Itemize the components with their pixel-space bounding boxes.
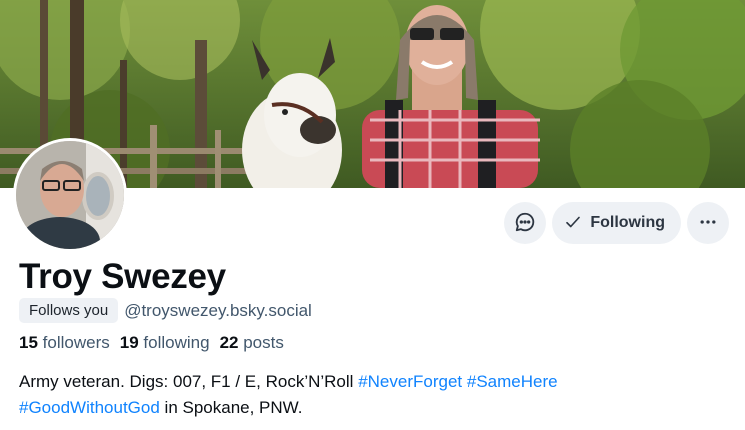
display-name: Troy Swezey [19,257,226,296]
posts-count: 22 [219,333,239,352]
following-stat-label: following [143,333,210,352]
profile-stats: 15 followers 19 following 22 posts [19,332,284,354]
hashtag-link[interactable]: #NeverForget [358,372,462,391]
profile-actions: Following [504,202,729,244]
handle-row: Follows you @troyswezey.bsky.social [19,298,312,323]
profile-handle: @troyswezey.bsky.social [124,300,312,320]
followers-stat[interactable]: 15 followers [19,332,110,354]
following-stat[interactable]: 19 following [120,332,210,354]
hashtag-link[interactable]: #GoodWithoutGod [19,398,160,417]
profile-bio: Army veteran. Digs: 007, F1 / E, Rock’N’… [19,369,719,421]
bio-text: Army veteran. Digs: 007, F1 / E, Rock’N’… [19,372,354,391]
message-button[interactable] [504,202,547,244]
following-count: 19 [119,333,139,352]
posts-stat: 22 posts [220,332,284,354]
follows-you-badge: Follows you [19,298,119,323]
followers-label: followers [42,333,110,352]
more-options-button[interactable] [687,202,729,244]
hashtag-link[interactable]: #SameHere [467,372,558,391]
bio-text: in Spokane, PNW. [164,398,303,417]
following-button[interactable]: Following [552,202,681,244]
posts-label: posts [243,333,284,352]
more-horizontal-icon [698,212,718,235]
chat-bubble-icon [514,211,536,236]
followers-count: 15 [19,333,38,352]
avatar[interactable] [13,138,127,252]
check-icon [564,213,582,234]
following-label: Following [590,214,665,231]
avatar-image [16,141,124,249]
